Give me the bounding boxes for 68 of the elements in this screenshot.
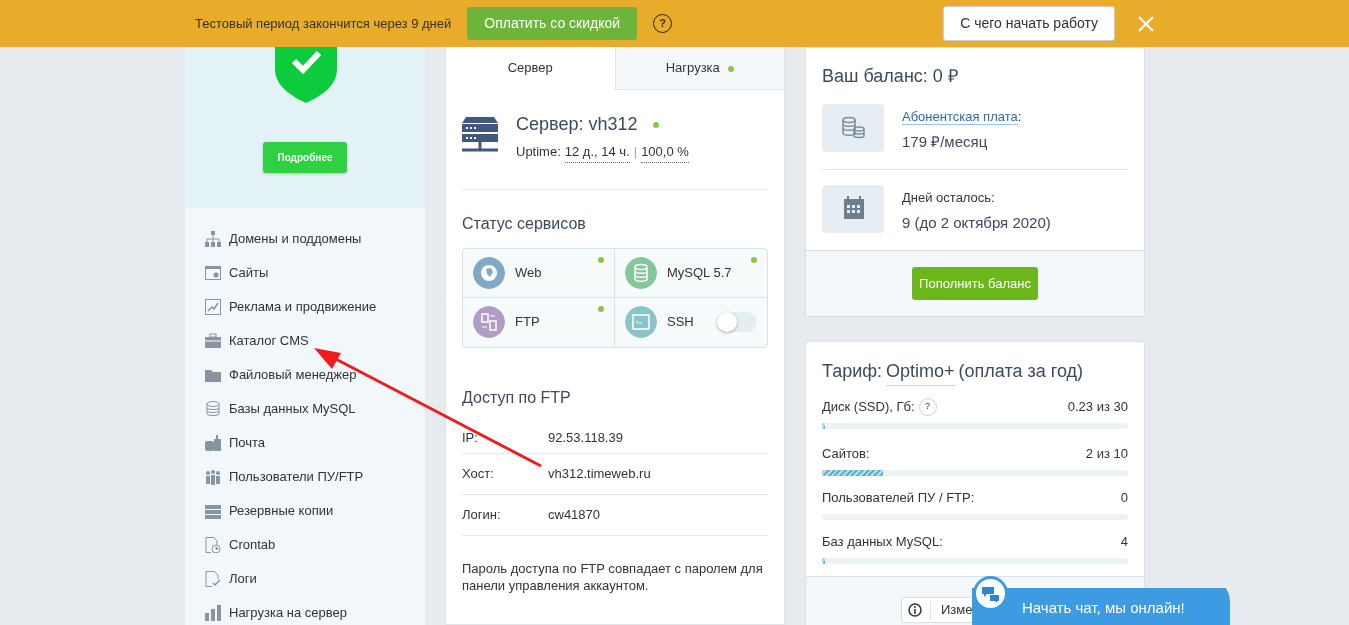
calendar-icon: [822, 185, 884, 233]
field-label: Логин:: [462, 505, 502, 524]
days-value: 9 (до 2 октября 2020): [902, 212, 1051, 233]
tab[interactable]: Нагрузка: [614, 47, 784, 90]
change-tariff-button[interactable]: Изме: [901, 597, 974, 623]
sidebar-item[interactable]: Каталог CMS: [185, 324, 425, 358]
usage-value: 0.23 из 30: [1067, 398, 1128, 417]
clock-file-icon: [205, 537, 221, 553]
sidebar-item[interactable]: Резервные копии: [185, 494, 425, 528]
sidebar-item[interactable]: Логи: [185, 562, 425, 596]
server-title: Сервер: vh312: [516, 113, 638, 136]
field-value: cw41870: [548, 505, 601, 524]
server-icon: [205, 503, 221, 519]
users-icon: [205, 469, 221, 485]
colon: :: [1017, 109, 1022, 124]
banner-message: Тестовый период закончится через 9 дней: [195, 14, 452, 33]
field-value: vh312.timeweb.ru: [548, 464, 651, 483]
sidebar-item[interactable]: Базы данных MySQL: [185, 392, 425, 426]
service-name: FTP: [515, 313, 540, 332]
folder-icon: [205, 367, 221, 383]
usage-value: 0: [1120, 489, 1128, 508]
separator: |: [633, 143, 638, 161]
service-name: Web: [515, 263, 542, 282]
sidebar-item[interactable]: Почта: [185, 426, 425, 460]
chart-icon: [205, 299, 221, 315]
uptime-label: Uptime:: [516, 143, 561, 161]
mailbox-icon: [205, 435, 221, 451]
usage-label: Диск (SSD), Гб:: [822, 398, 915, 417]
bar-chart-icon: [205, 605, 221, 621]
usage-label: Баз данных MySQL:: [822, 533, 943, 552]
database-icon: [205, 401, 221, 417]
tariff-period: (оплата за год): [958, 360, 1084, 383]
briefcase-icon: [205, 333, 221, 349]
usage-value: 2 из 10: [1085, 445, 1128, 464]
sidebar-item[interactable]: Сайты: [185, 256, 425, 290]
info-icon: [908, 603, 922, 617]
service-name: SSH: [667, 313, 694, 332]
usage-label: Пользователей ПУ / FTP:: [822, 489, 975, 508]
sitemap-icon: [205, 231, 221, 247]
sidebar-item[interactable]: Нагрузка на сервер: [185, 596, 425, 625]
fee-value: 179 ₽/месяц: [902, 131, 989, 152]
sidebar-item[interactable]: Домены и поддомены: [185, 222, 425, 256]
field-label: Хост:: [462, 464, 495, 483]
field-label: IP:: [462, 429, 479, 448]
sidebar-item[interactable]: Пользователи ПУ/FTP: [185, 460, 425, 494]
field-value: 92.53.118.39: [548, 429, 623, 448]
toggle-switch[interactable]: [717, 312, 757, 332]
browser-window-icon: [205, 265, 221, 281]
usage-value: 4: [1120, 533, 1128, 552]
ftp-note: Пароль доступа по FTP совпадает с паролем для панели управления аккаунтом.: [462, 559, 764, 594]
start-guide-button[interactable]: С чего начать работу: [943, 6, 1115, 41]
balance-title: Ваш баланс: 0 ₽: [822, 65, 959, 88]
tariff-link[interactable]: Optimo+: [886, 358, 955, 386]
service-name: MySQL 5.7: [667, 263, 732, 282]
sidebar-item[interactable]: Crontab: [185, 528, 425, 562]
days-label: Дней осталось:: [902, 189, 996, 207]
sidebar-item[interactable]: Файловый менеджер: [185, 358, 425, 392]
availability-value[interactable]: 100,0 %: [641, 142, 689, 163]
log-file-icon: [205, 571, 221, 587]
sidebar-item[interactable]: Реклама и продвижение: [185, 290, 425, 324]
section-title: Доступ по FTP: [462, 387, 572, 408]
uptime-value[interactable]: 12 д., 14 ч.: [564, 142, 630, 163]
section-title: Статус сервисов: [462, 213, 587, 234]
tariff-label: Тариф:: [822, 360, 883, 383]
fee-link[interactable]: Абонентская плата: [902, 109, 1018, 125]
close-icon: [1137, 14, 1155, 33]
coins-icon: [822, 104, 884, 152]
usage-label: Сайтов:: [822, 445, 870, 464]
